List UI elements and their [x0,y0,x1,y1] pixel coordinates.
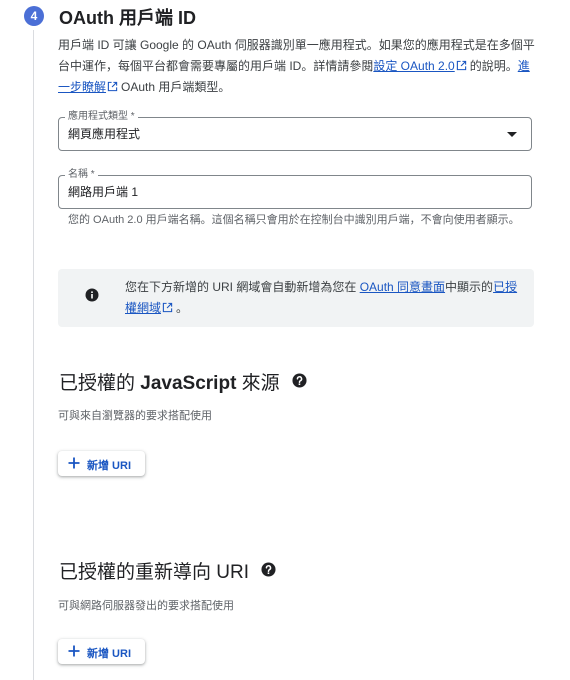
add-redirect-uri-button[interactable]: 新增 URI [58,639,145,664]
dropdown-arrow-icon [507,132,517,137]
add-uri-label: 新增 URI [87,460,131,472]
js-origins-subtitle: 可與來自瀏覽器的要求搭配使用 [58,410,212,422]
banner-text-3: 。 [176,301,189,315]
add-uri-label: 新增 URI [87,648,131,660]
add-js-origin-uri-button[interactable]: 新增 URI [58,451,145,476]
description-text-3: OAuth 用戶端類型。 [121,80,231,94]
uri-domain-info-banner: 您在下方新增的 URI 網域會自動新增為您在 OAuth 同意畫面中顯示的已授權… [58,269,534,327]
client-name-value: 網路用戶端 1 [68,185,139,199]
js-origins-title: 已授權的 JavaScript 來源 [59,368,307,395]
redirect-uris-title: 已授權的重新導向 URI [59,557,276,584]
js-origins-title-part1: 已授權的 [59,373,141,394]
oauth-consent-screen-link[interactable]: OAuth 同意畫面 [360,280,445,294]
js-origins-title-strong: JavaScript [140,373,237,394]
description-text-2: 的說明。 [469,59,518,73]
oauth-description: 用戶端 ID 可讓 Google 的 OAuth 伺服器識別單一應用程式。如果您… [58,35,536,98]
external-link-icon [162,302,173,313]
info-icon [85,288,99,302]
plus-icon [68,645,80,657]
step-title: OAuth 用戶端 ID [59,8,196,28]
redirect-uris-subtitle: 可與網路伺服器發出的要求搭配使用 [58,600,234,612]
application-type-value: 網頁應用程式 [68,127,141,141]
step-number-badge: 4 [24,6,44,26]
banner-text: 您在下方新增的 URI 網域會自動新增為您在 OAuth 同意畫面中顯示的已授權… [125,277,525,319]
application-type-label: 應用程式類型 * [65,111,138,123]
client-name-hint: 您的 OAuth 2.0 用戶端名稱。這個名稱只會用於在控制台中識別用戶端，不會… [68,214,520,226]
stepper-line [33,30,34,680]
external-link-icon [107,81,118,92]
client-name-label: 名稱 * [65,169,98,181]
banner-text-2: 中顯示的 [445,280,494,294]
setup-oauth-link[interactable]: 設定 OAuth 2.0 [373,59,454,73]
banner-text-1: 您在下方新增的 URI 網域會自動新增為您在 [125,280,357,294]
redirect-uris-title-text: 已授權的重新導向 URI [59,562,250,583]
client-name-input[interactable]: 名稱 * 網路用戶端 1 [58,169,532,209]
external-link-icon [456,60,466,71]
help-icon[interactable] [261,562,276,577]
help-icon[interactable] [292,373,307,388]
js-origins-title-part2: 來源 [236,373,280,394]
plus-icon [68,457,80,469]
application-type-select[interactable]: 應用程式類型 * 網頁應用程式 [58,111,532,151]
